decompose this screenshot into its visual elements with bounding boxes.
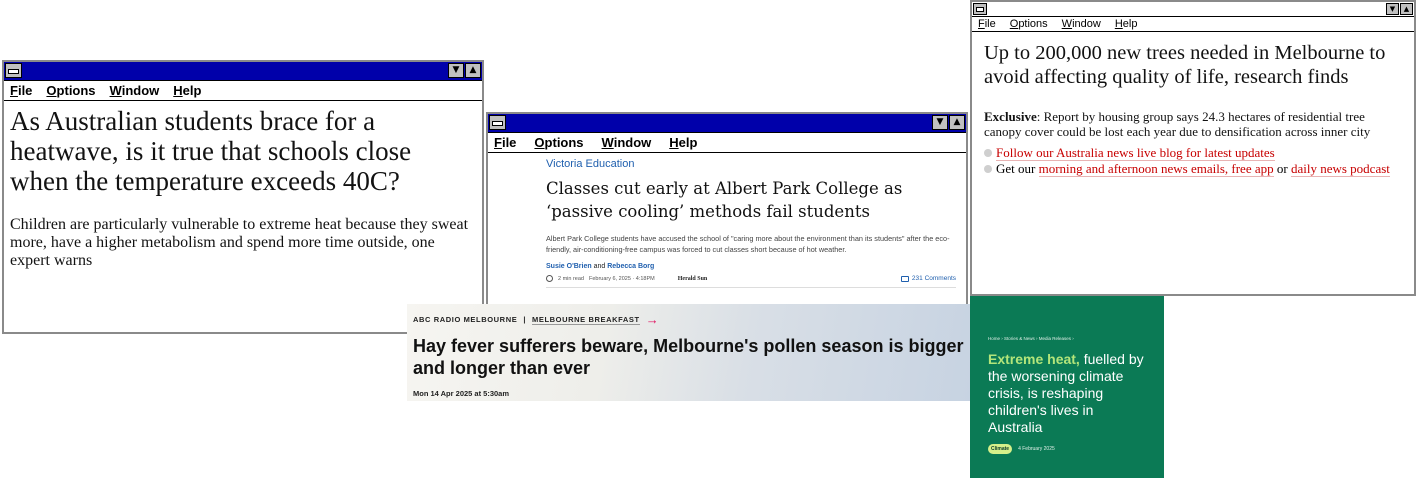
publish-date: February 6, 2025 · 4:18PM <box>589 275 655 282</box>
menu-bar: File Options Window Help <box>488 133 966 153</box>
breadcrumb[interactable]: Home › Stories & News › Media Releases › <box>988 336 1146 341</box>
system-menu-icon[interactable] <box>973 3 987 15</box>
system-menu-icon[interactable] <box>489 115 506 130</box>
section-link[interactable]: Victoria Education <box>546 158 956 170</box>
breadcrumb-separator: | <box>523 315 527 324</box>
comment-icon <box>900 275 909 282</box>
article-headline[interactable]: Hay fever sufferers beware, Melbourne's … <box>413 335 964 379</box>
publish-date: Mon 14 Apr 2025 at 5:30am <box>413 389 510 398</box>
bullet-prefix: Get our <box>996 161 1039 176</box>
headline-highlight: Extreme heat, <box>988 351 1080 367</box>
menu-help[interactable]: Help <box>1115 18 1138 30</box>
article-body: Victoria Education Classes cut early at … <box>488 153 966 288</box>
breadcrumb-station[interactable]: ABC RADIO MELBOURNE <box>413 315 517 324</box>
bullet-connector: or <box>1273 161 1291 176</box>
arrow-right-icon[interactable]: → <box>646 312 660 327</box>
brand-logo: Herald Sun <box>677 275 708 282</box>
menu-window[interactable]: Window <box>110 83 160 98</box>
article-meta: 2 min read February 6, 2025 · 4:18PM Her… <box>546 275 956 282</box>
comments-link[interactable]: 231 Comments <box>900 275 956 282</box>
article-meta: Climate 4 February 2025 <box>988 444 1146 454</box>
article-headline[interactable]: Up to 200,000 new trees needed in Melbou… <box>972 32 1414 89</box>
maximize-icon[interactable]: ▲ <box>465 63 481 78</box>
podcast-link[interactable]: daily news podcast <box>1290 161 1390 177</box>
list-item: Follow our Australia news live blog for … <box>984 145 1402 161</box>
live-blog-link[interactable]: Follow our Australia news live blog for … <box>996 145 1275 161</box>
abc-article-card[interactable]: ABC RADIO MELBOURNE | MELBOURNE BREAKFAS… <box>407 304 970 401</box>
menu-options[interactable]: Options <box>1010 18 1048 30</box>
article-summary: Albert Park College students have accuse… <box>546 234 950 254</box>
article-window-3: ▼ ▲ File Options Window Help Up to 200,0… <box>970 0 1416 296</box>
article-standfirst: Children are particularly vulnerable to … <box>10 216 469 269</box>
minimize-icon[interactable]: ▼ <box>1386 3 1399 15</box>
save-the-children-card[interactable]: Home › Stories & News › Media Releases ›… <box>970 296 1164 478</box>
related-links: Follow our Australia news live blog for … <box>972 139 1414 177</box>
minimize-icon[interactable]: ▼ <box>448 63 464 78</box>
menu-file[interactable]: File <box>978 18 996 30</box>
list-item: Get our morning and afternoon news email… <box>984 161 1402 177</box>
menu-help[interactable]: Help <box>669 135 697 150</box>
article-window-1: ▼ ▲ File Options Window Help As Australi… <box>2 60 484 334</box>
clock-icon <box>546 275 553 282</box>
maximize-icon[interactable]: ▲ <box>949 115 965 130</box>
menu-file[interactable]: File <box>10 83 32 98</box>
title-bar[interactable]: ▼ ▲ <box>972 2 1414 17</box>
comments-count: 231 Comments <box>911 275 956 282</box>
summary-text: : Report by housing group says 24.3 hect… <box>984 109 1371 139</box>
menu-bar: File Options Window Help <box>972 17 1414 32</box>
read-time: 2 min read <box>558 275 584 282</box>
menu-help[interactable]: Help <box>173 83 201 98</box>
category-tag[interactable]: Climate <box>988 444 1013 454</box>
system-menu-icon[interactable] <box>5 63 22 78</box>
exclusive-label: Exclusive <box>984 109 1037 124</box>
title-bar[interactable]: ▼ ▲ <box>488 114 966 133</box>
newsletter-link[interactable]: morning and afternoon news emails, free … <box>1038 161 1274 177</box>
article-summary: Exclusive: Report by housing group says … <box>972 89 1414 139</box>
breadcrumb: ABC RADIO MELBOURNE | MELBOURNE BREAKFAS… <box>413 312 964 327</box>
menu-window[interactable]: Window <box>1062 18 1101 30</box>
author-link[interactable]: Rebecca Borg <box>607 263 654 270</box>
minimize-icon[interactable]: ▼ <box>932 115 948 130</box>
menu-file[interactable]: File <box>494 135 516 150</box>
menu-window[interactable]: Window <box>602 135 652 150</box>
author-byline: Susie O'Brien and Rebecca Borg <box>546 263 956 270</box>
divider <box>546 287 956 288</box>
article-headline[interactable]: Classes cut early at Albert Park College… <box>546 177 956 223</box>
menu-bar: File Options Window Help <box>4 81 482 101</box>
maximize-icon[interactable]: ▲ <box>1400 3 1413 15</box>
author-link[interactable]: Susie O'Brien <box>546 263 592 270</box>
article-headline[interactable]: As Australian students brace for a heatw… <box>4 101 482 196</box>
title-bar[interactable]: ▼ ▲ <box>4 62 482 81</box>
byline-and: and <box>593 263 606 270</box>
breadcrumb-program[interactable]: MELBOURNE BREAKFAST <box>532 315 640 325</box>
article-headline[interactable]: Extreme heat, fuelled by the worsening c… <box>988 351 1146 436</box>
publish-date: 4 February 2025 <box>1018 446 1055 452</box>
menu-options[interactable]: Options <box>534 135 583 150</box>
article-window-2: ▼ ▲ File Options Window Help Victoria Ed… <box>486 112 968 312</box>
menu-options[interactable]: Options <box>46 83 95 98</box>
